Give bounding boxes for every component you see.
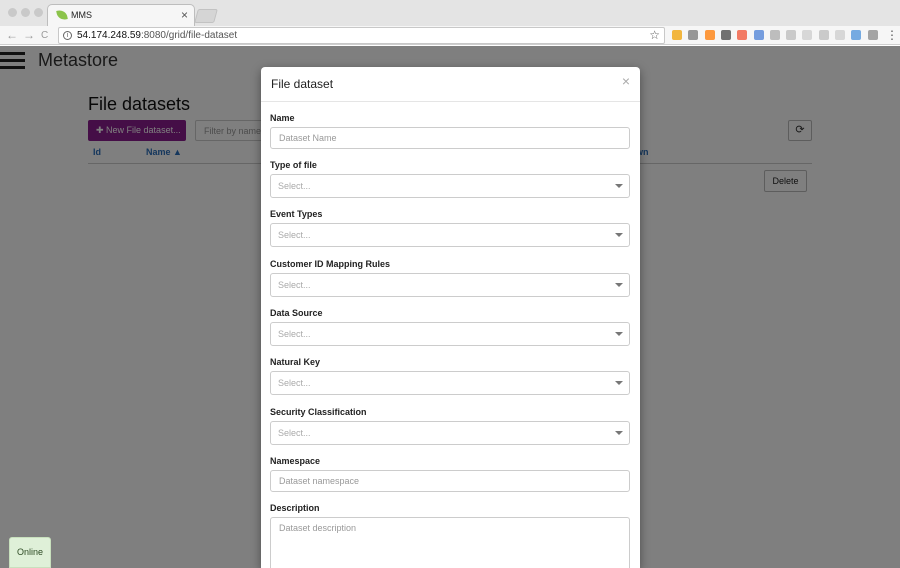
extension-icon[interactable] <box>851 30 862 40</box>
close-window-icon[interactable] <box>8 8 17 17</box>
tab-close-icon[interactable]: × <box>181 8 188 22</box>
minimize-window-icon[interactable] <box>21 8 30 17</box>
address-bar[interactable]: i 54.174.248.59:8080/grid/file-dataset ☆ <box>58 27 665 44</box>
data-source-label: Data Source <box>270 308 323 318</box>
maximize-window-icon[interactable] <box>34 8 43 17</box>
reload-icon[interactable]: C <box>41 29 48 43</box>
data-source-select[interactable]: Select... <box>270 322 630 346</box>
select-value: Select... <box>278 428 311 438</box>
description-textarea[interactable]: Dataset description <box>270 517 630 568</box>
modal-title: File dataset <box>271 77 334 91</box>
security-classification-label: Security Classification <box>270 407 367 417</box>
ghostery-icon[interactable] <box>704 30 715 40</box>
extension-icon[interactable] <box>769 30 780 40</box>
name-label: Name <box>270 113 295 123</box>
browser-menu-icon[interactable]: ⋮ <box>886 28 898 42</box>
extension-icon[interactable] <box>672 30 682 40</box>
chevron-down-icon <box>615 381 623 385</box>
customer-id-mapping-label: Customer ID Mapping Rules <box>270 259 391 269</box>
chevron-down-icon <box>615 283 623 287</box>
natural-key-label: Natural Key <box>270 357 321 367</box>
select-value: Select... <box>278 378 311 388</box>
extension-icon[interactable] <box>867 30 878 40</box>
git-icon[interactable] <box>737 30 748 40</box>
browser-toolbar: ← → C i 54.174.248.59:8080/grid/file-dat… <box>0 26 900 45</box>
chrome-icon[interactable] <box>753 30 764 40</box>
type-of-file-label: Type of file <box>270 160 317 170</box>
site-info-icon[interactable]: i <box>63 31 72 40</box>
chevron-down-icon <box>615 233 623 237</box>
browser-tab-strip: MMS × <box>0 0 900 26</box>
security-classification-select[interactable]: Select... <box>270 421 630 445</box>
select-value: Select... <box>278 280 311 290</box>
name-input[interactable]: Dataset Name <box>270 127 630 149</box>
description-label: Description <box>270 503 320 513</box>
select-value: Select... <box>278 181 311 191</box>
info-circle-icon[interactable] <box>688 30 699 40</box>
select-value: Select... <box>278 329 311 339</box>
extension-icon[interactable] <box>835 30 845 40</box>
type-of-file-select[interactable]: Select... <box>270 174 630 198</box>
leaf-favicon-icon <box>56 9 68 21</box>
tab-title: MMS <box>71 10 92 20</box>
extension-icon[interactable] <box>818 30 829 40</box>
file-dataset-modal: File dataset × Name Dataset Name Type of… <box>261 67 640 568</box>
natural-key-select[interactable]: Select... <box>270 371 630 395</box>
chevron-down-icon <box>615 184 623 188</box>
close-icon[interactable]: × <box>622 74 630 88</box>
namespace-input[interactable]: Dataset namespace <box>270 470 630 492</box>
event-types-select[interactable]: Select... <box>270 223 630 247</box>
extension-icon[interactable] <box>802 30 813 40</box>
modal-header: File dataset × <box>261 67 640 102</box>
event-types-label: Event Types <box>270 209 323 219</box>
namespace-label: Namespace <box>270 456 321 466</box>
select-value: Select... <box>278 230 311 240</box>
forward-icon[interactable]: → <box>23 28 35 42</box>
new-tab-button[interactable] <box>194 9 218 23</box>
status-badge: Online <box>9 537 51 568</box>
customer-id-mapping-select[interactable]: Select... <box>270 273 630 297</box>
chevron-down-icon <box>615 332 623 336</box>
extension-icon[interactable] <box>786 30 797 40</box>
bookmark-star-icon[interactable]: ☆ <box>649 28 660 42</box>
chevron-down-icon <box>615 431 623 435</box>
back-icon[interactable]: ← <box>6 28 18 42</box>
url-text: 54.174.248.59:8080/grid/file-dataset <box>77 30 238 41</box>
browser-tab[interactable]: MMS × <box>47 4 195 26</box>
pocket-icon[interactable] <box>720 30 731 40</box>
